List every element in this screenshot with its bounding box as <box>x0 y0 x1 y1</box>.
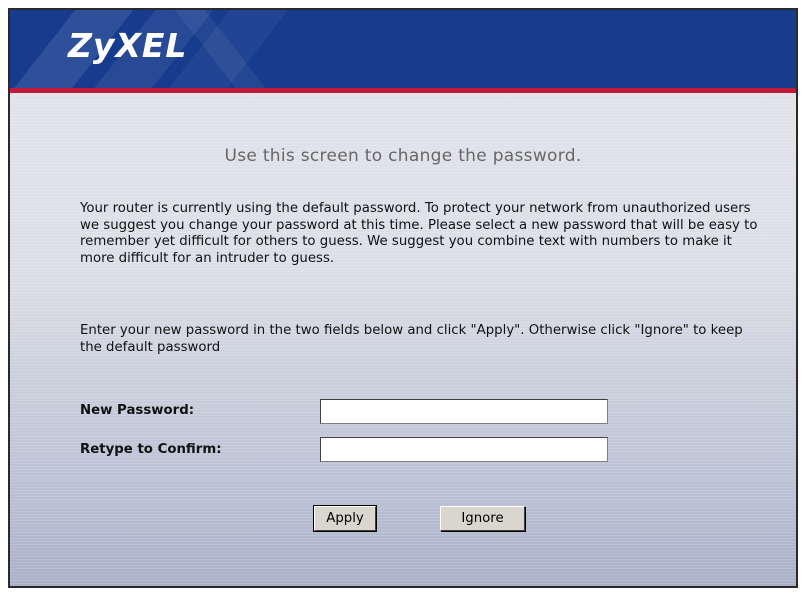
confirm-password-label: Retype to Confirm: <box>80 442 222 457</box>
apply-button[interactable]: Apply <box>313 505 377 532</box>
header-banner: ZyXEL <box>10 10 796 88</box>
new-password-label: New Password: <box>80 403 195 418</box>
header-accent-bar <box>10 88 796 93</box>
ignore-button[interactable]: Ignore <box>440 506 525 531</box>
confirm-password-input[interactable] <box>320 437 608 462</box>
intro-paragraph: Your router is currently using the defau… <box>80 201 758 266</box>
password-change-window: ZyXEL Use this screen to change the pass… <box>8 8 798 588</box>
page-title: Use this screen to change the password. <box>224 146 582 166</box>
zyxel-logo: ZyXEL <box>68 26 188 65</box>
instructions-paragraph: Enter your new password in the two field… <box>80 323 743 355</box>
new-password-input[interactable] <box>320 399 608 424</box>
